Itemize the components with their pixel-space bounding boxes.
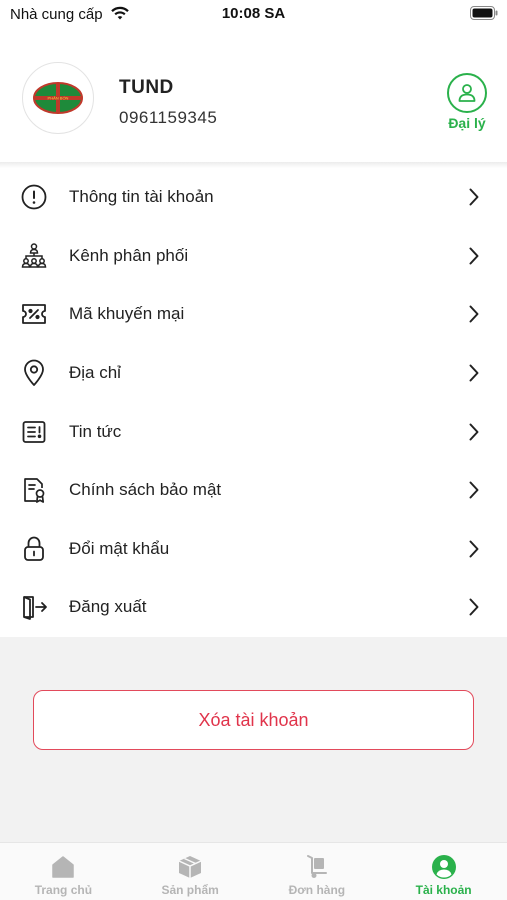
status-bar: Nhà cung cấp 10:08 SA: [0, 0, 507, 30]
tab-products[interactable]: Sản phẩm: [127, 843, 254, 900]
menu-item-promo-code[interactable]: Mã khuyến mại: [0, 285, 507, 344]
menu-item-address[interactable]: Địa chỉ: [0, 344, 507, 403]
menu-item-label: Địa chỉ: [69, 363, 121, 383]
menu-item-label: Kênh phân phối: [69, 245, 189, 265]
delete-account-section: Xóa tài khoản: [0, 637, 507, 842]
delete-account-button[interactable]: Xóa tài khoản: [33, 690, 474, 750]
tab-account[interactable]: Tài khoản: [380, 843, 507, 900]
menu-item-account-info[interactable]: Thông tin tài khoản: [0, 168, 507, 227]
menu-item-change-password[interactable]: Đổi mật khẩu: [0, 520, 507, 579]
chevron-right-icon: [467, 539, 481, 559]
user-phone: 0961159345: [119, 108, 218, 127]
home-icon: [50, 854, 76, 880]
info-icon: [20, 183, 48, 211]
avatar[interactable]: PHÂN BÓN: [22, 62, 94, 134]
menu-item-label: Tin tức: [69, 421, 122, 441]
product-box-icon: [177, 854, 203, 880]
user-name: TUND: [119, 77, 174, 98]
tab-label: Sản phẩm: [161, 883, 219, 897]
bottom-tab-bar: Trang chủ Sản phẩm Đơn hàng Tài khoản: [0, 842, 507, 900]
chevron-right-icon: [467, 246, 481, 266]
menu-item-label: Mã khuyến mại: [69, 304, 185, 324]
clock: 10:08 SA: [221, 5, 286, 22]
menu-item-privacy-policy[interactable]: Chính sách bảo mật: [0, 461, 507, 520]
tab-orders[interactable]: Đơn hàng: [254, 843, 381, 900]
agent-badge-label: Đại lý: [448, 115, 486, 131]
agent-badge[interactable]: Đại lý: [444, 73, 490, 131]
logout-icon: [20, 593, 48, 621]
menu-item-label: Đổi mật khẩu: [69, 538, 170, 558]
tab-label: Trang chủ: [34, 883, 93, 897]
battery-icon: [470, 6, 498, 25]
tab-home[interactable]: Trang chủ: [0, 843, 127, 900]
tab-label: Tài khoản: [415, 883, 472, 897]
menu-item-logout[interactable]: Đăng xuất: [0, 578, 507, 637]
account-menu: Thông tin tài khoản Kênh phân phối Mã kh…: [0, 168, 507, 637]
agent-user-icon: [447, 73, 487, 113]
menu-item-label: Chính sách bảo mật: [69, 480, 222, 500]
coupon-icon: [20, 300, 48, 328]
hand-truck-icon: [304, 854, 330, 880]
menu-item-news[interactable]: Tin tức: [0, 402, 507, 461]
svg-text:PHÂN BÓN: PHÂN BÓN: [48, 96, 69, 101]
privacy-policy-icon: [20, 476, 48, 504]
news-icon: [20, 418, 48, 446]
menu-item-distribution[interactable]: Kênh phân phối: [0, 227, 507, 286]
profile-header: PHÂN BÓN TUND 0961159345 Đại lý: [0, 30, 507, 162]
tab-label: Đơn hàng: [288, 883, 346, 897]
location-pin-icon: [20, 359, 48, 387]
chevron-right-icon: [467, 363, 481, 383]
chevron-right-icon: [467, 480, 481, 500]
lock-icon: [20, 535, 48, 563]
menu-item-label: Đăng xuất: [69, 597, 147, 617]
chevron-right-icon: [467, 304, 481, 324]
menu-item-label: Thông tin tài khoản: [69, 187, 214, 207]
distribution-icon: [20, 242, 48, 270]
account-icon: [431, 854, 457, 880]
chevron-right-icon: [467, 187, 481, 207]
chevron-right-icon: [467, 422, 481, 442]
company-logo: PHÂN BÓN: [33, 82, 83, 114]
chevron-right-icon: [467, 597, 481, 617]
